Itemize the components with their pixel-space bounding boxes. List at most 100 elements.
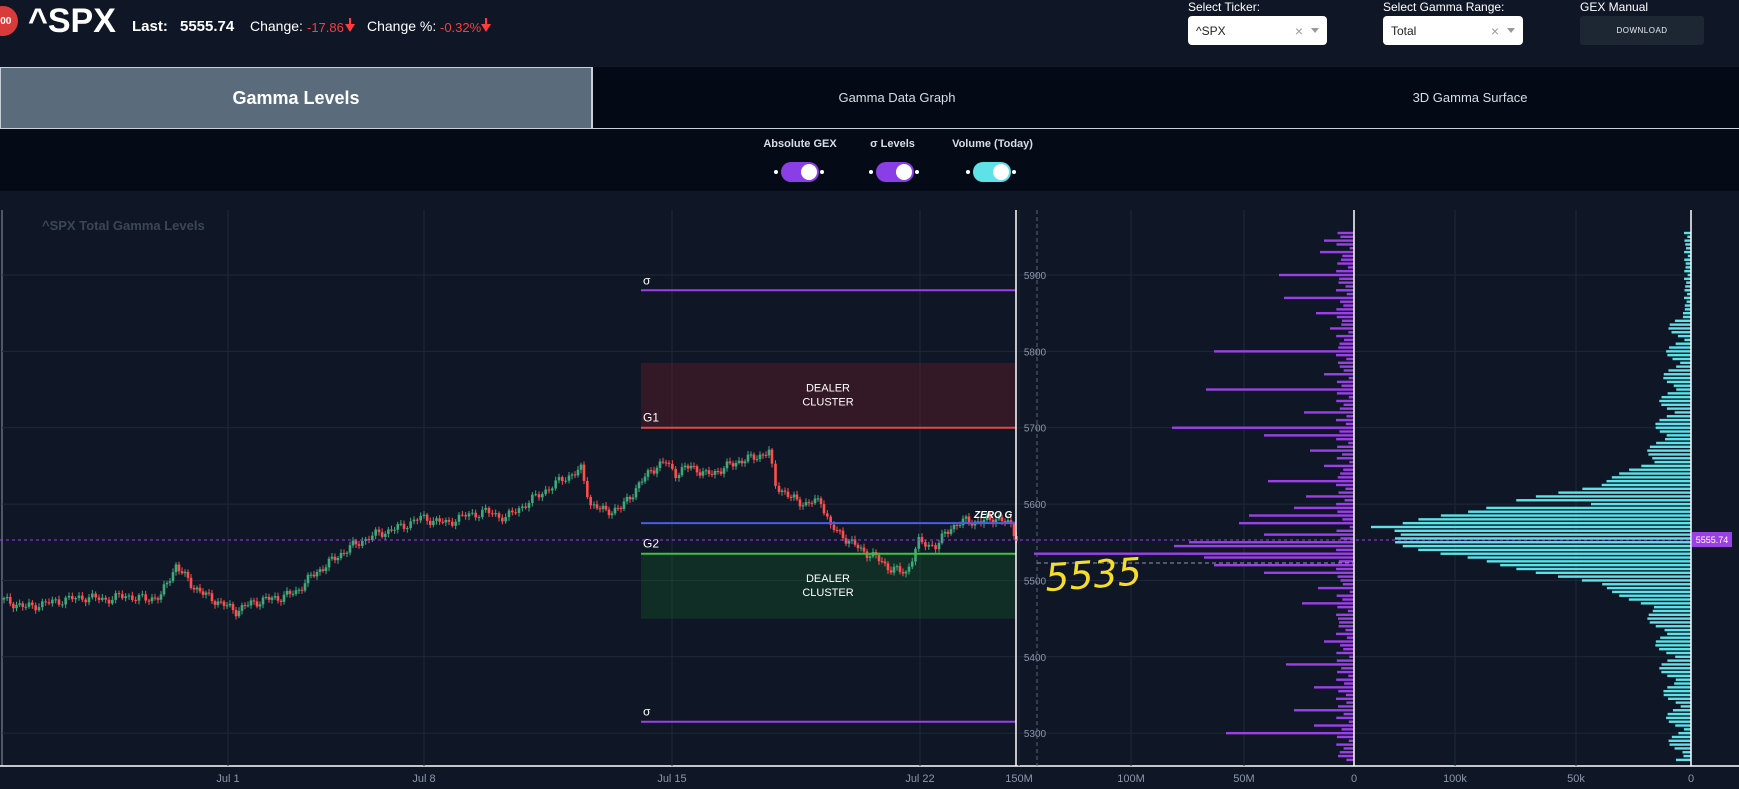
candle-body <box>607 509 611 516</box>
toggle-dot <box>1012 170 1016 174</box>
volume-bar <box>1667 674 1691 678</box>
volume-tick-label: 0 <box>1688 773 1694 785</box>
volume-bar <box>1683 311 1691 315</box>
candle-body <box>701 471 705 476</box>
chevron-down-icon[interactable] <box>1311 28 1319 33</box>
candle-body <box>964 516 968 519</box>
candle-body <box>862 547 866 552</box>
gex-bar <box>1316 311 1354 315</box>
volume-bar <box>1667 632 1691 636</box>
candle-body <box>924 542 927 547</box>
volume-bar <box>1663 693 1691 697</box>
download-button[interactable]: DOWNLOAD <box>1580 16 1704 45</box>
candle-body <box>213 601 217 605</box>
tab-gamma-data-graph[interactable]: Gamma Data Graph <box>592 67 1201 129</box>
volume-bar <box>1582 487 1691 491</box>
candle-body <box>698 472 702 476</box>
volume-bar <box>1664 628 1691 632</box>
volume-bar <box>1591 502 1691 506</box>
gex-bar <box>1214 563 1354 567</box>
volume-bar <box>1683 728 1691 731</box>
volume-bar <box>1418 518 1691 521</box>
lower-dealer-cluster-label: CLUSTER <box>802 587 853 599</box>
volume-bar <box>1680 705 1691 708</box>
candle-body <box>162 584 166 595</box>
gex-bar <box>1304 411 1354 414</box>
gex-bar <box>1337 705 1354 708</box>
tab-gamma-levels[interactable]: Gamma Levels <box>0 67 592 129</box>
gex-bar <box>1336 380 1354 384</box>
volume-bar <box>1675 678 1691 681</box>
volume-bar <box>1440 514 1691 517</box>
toggle-knob <box>896 164 912 180</box>
candle-body <box>595 504 599 509</box>
gamma-range-select[interactable]: Total × <box>1383 16 1523 45</box>
gex-bar <box>1344 682 1354 685</box>
sigma-upper-label: σ <box>643 273 651 287</box>
candle-body <box>204 592 208 595</box>
candle-body <box>822 504 826 514</box>
volume-bar <box>1672 709 1691 712</box>
gex-bar <box>1336 289 1354 292</box>
candle-body <box>294 590 298 594</box>
candle-body <box>589 497 592 506</box>
candle-body <box>67 596 71 598</box>
gex-bar <box>1345 628 1354 632</box>
candle-body <box>680 467 684 476</box>
candle-body <box>192 587 196 590</box>
candle-body <box>749 454 753 456</box>
volume-bar <box>1685 247 1691 250</box>
gex-bar <box>1264 533 1354 536</box>
tab-3d-gamma-surface[interactable]: 3D Gamma Surface <box>1201 67 1739 129</box>
volume-bar <box>1661 395 1691 399</box>
lower-dealer-cluster-label: DEALER <box>806 573 850 585</box>
candle-body <box>838 530 842 532</box>
volume-bar <box>1675 342 1691 345</box>
clear-range-icon[interactable]: × <box>1491 23 1499 39</box>
ticker-select[interactable]: ^SPX × <box>1188 16 1327 45</box>
chevron-down-icon[interactable] <box>1507 28 1515 33</box>
candle-body <box>901 571 905 574</box>
volume-today-toggle[interactable] <box>973 162 1011 182</box>
candle-body <box>34 605 37 611</box>
volume-bar <box>1652 457 1691 460</box>
candle-body <box>81 595 84 600</box>
price-tick-label: 5400 <box>1024 653 1047 664</box>
candle-body <box>598 508 602 510</box>
candle-body <box>920 536 924 543</box>
candle-body <box>955 524 959 526</box>
volume-bar <box>1629 468 1691 471</box>
change-down-arrow-icon <box>345 18 355 32</box>
gex-bar <box>1294 506 1354 510</box>
candle-body <box>87 597 91 603</box>
volume-bar <box>1558 491 1691 494</box>
candle-body <box>740 460 744 464</box>
gex-bar <box>1340 644 1354 647</box>
gex-bar <box>1324 239 1354 242</box>
candle-body <box>877 555 881 562</box>
candle-body <box>514 512 517 514</box>
candle-body <box>725 461 729 469</box>
volume-bar <box>1400 533 1691 536</box>
sigma-levels-toggle[interactable] <box>876 162 914 182</box>
clear-ticker-icon[interactable]: × <box>1295 23 1303 39</box>
gex-bar <box>1338 625 1354 628</box>
gex-bar <box>1341 667 1354 670</box>
candle-body <box>279 600 283 602</box>
candle-body <box>101 597 104 600</box>
absolute-gex-toggle[interactable] <box>781 162 819 182</box>
change-pct-down-arrow-icon <box>481 18 491 32</box>
candle-body <box>719 471 723 474</box>
volume-bar <box>1668 369 1691 372</box>
toggle-dot <box>774 170 778 174</box>
candle-body <box>44 601 47 603</box>
candle-body <box>734 462 738 467</box>
ticker-symbol: ^SPX <box>28 2 116 40</box>
gex-bar <box>1345 693 1354 697</box>
candle-body <box>610 513 614 516</box>
candle-body <box>481 509 484 517</box>
volume-bar <box>1667 392 1691 395</box>
gamma-range-select-label: Select Gamma Range: <box>1383 0 1505 14</box>
candle-body <box>306 574 310 584</box>
candle-body <box>856 544 860 549</box>
